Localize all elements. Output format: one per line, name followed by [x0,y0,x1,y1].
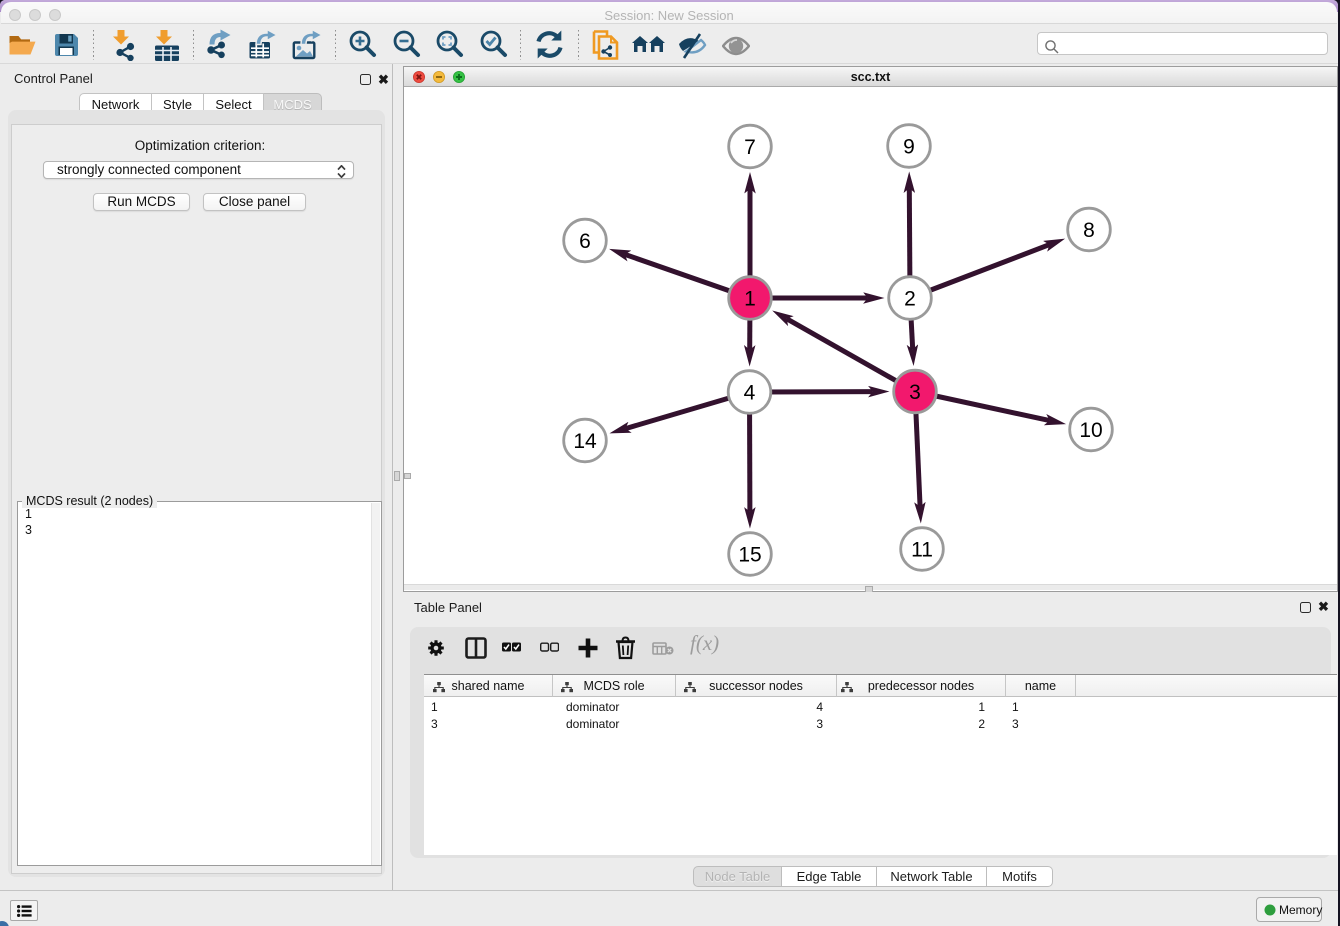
svg-text:1: 1 [744,288,756,311]
svg-text:8: 8 [1083,219,1095,242]
svg-text:11: 11 [911,539,933,562]
svg-text:10: 10 [1079,419,1102,442]
svg-text:6: 6 [579,230,591,253]
svg-text:15: 15 [738,544,761,567]
svg-text:3: 3 [909,381,921,404]
svg-text:4: 4 [744,382,756,405]
svg-text:14: 14 [573,430,597,453]
svg-text:7: 7 [744,136,756,159]
svg-text:2: 2 [904,288,916,311]
svg-text:9: 9 [903,136,915,159]
